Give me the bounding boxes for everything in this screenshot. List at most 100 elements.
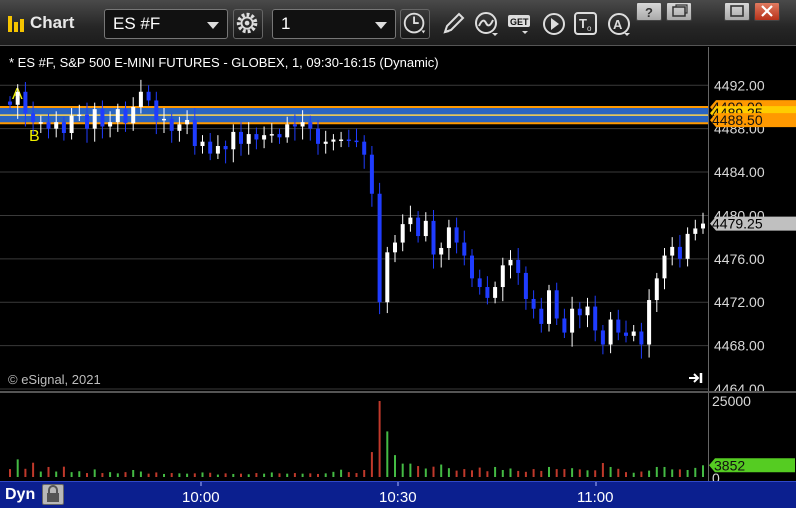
candle-body bbox=[246, 134, 251, 144]
candle-body bbox=[593, 306, 598, 331]
price-tick-label: 4472.00 bbox=[714, 294, 765, 310]
candle-body bbox=[670, 246, 675, 256]
lock-button[interactable] bbox=[42, 484, 64, 505]
candle-body bbox=[254, 134, 259, 140]
candle-body bbox=[531, 298, 536, 309]
candle-body bbox=[693, 228, 698, 234]
candle-body bbox=[600, 330, 605, 345]
maximize-icon bbox=[730, 5, 744, 17]
candle-body bbox=[77, 114, 82, 117]
candle-body bbox=[500, 265, 505, 288]
price-flag-label: 4488.50 bbox=[712, 112, 763, 128]
window-title: Chart bbox=[30, 13, 75, 32]
candle-body bbox=[385, 252, 390, 303]
candle-body bbox=[416, 217, 421, 237]
volume-bars bbox=[9, 401, 704, 477]
candle-body bbox=[616, 319, 621, 333]
settings-icon bbox=[236, 12, 258, 34]
maximize-button[interactable] bbox=[724, 2, 750, 21]
candle-body bbox=[570, 308, 575, 333]
price-tick-label: 4492.00 bbox=[714, 77, 765, 93]
study-icon[interactable] bbox=[474, 11, 500, 37]
candle-body bbox=[547, 290, 551, 324]
level-label-b: B bbox=[29, 128, 40, 145]
candle-body bbox=[462, 242, 467, 256]
time-axis: 10:00 10:30 11:00 bbox=[182, 482, 613, 506]
candle-body bbox=[339, 139, 344, 142]
candle-body bbox=[146, 91, 151, 101]
price-tick-label: 4476.00 bbox=[714, 251, 765, 267]
candle-body bbox=[162, 118, 166, 121]
candle-body bbox=[323, 141, 328, 144]
candle-body bbox=[685, 233, 690, 259]
candle-body bbox=[54, 122, 59, 129]
candle-body bbox=[446, 227, 451, 248]
price-tick-label: 4464.00 bbox=[714, 381, 765, 391]
candle-body bbox=[639, 331, 644, 345]
candle-body bbox=[69, 115, 74, 133]
time-template-button[interactable] bbox=[400, 9, 430, 39]
lock-icon bbox=[47, 485, 59, 502]
candle-body bbox=[354, 140, 359, 143]
scroll-to-end-icon[interactable] bbox=[688, 371, 704, 385]
close-button[interactable] bbox=[754, 2, 780, 21]
settings-button[interactable] bbox=[233, 9, 263, 39]
candle-body bbox=[485, 287, 490, 298]
candle-body bbox=[562, 318, 567, 333]
candle-body bbox=[208, 141, 213, 154]
restore-icon bbox=[672, 4, 688, 17]
time-axis-bar[interactable]: 10:00 10:30 11:00 bbox=[0, 481, 796, 508]
help-icon: ? bbox=[645, 5, 653, 20]
esignal-watermark: © eSignal, 2021 bbox=[8, 372, 101, 387]
candle-body bbox=[316, 128, 320, 144]
chevron-down-icon[interactable] bbox=[375, 22, 387, 29]
help-button[interactable]: ? bbox=[636, 2, 662, 21]
candle-body bbox=[108, 122, 113, 127]
candle-body bbox=[192, 119, 197, 147]
candle-body bbox=[154, 100, 159, 120]
volume-chart[interactable]: 2500003852 bbox=[0, 393, 796, 481]
get-data-icon[interactable]: GET bbox=[507, 11, 533, 37]
svg-text:T: T bbox=[579, 16, 587, 31]
interval-input[interactable]: 1 bbox=[272, 9, 396, 39]
candle-body bbox=[493, 287, 498, 298]
clock-icon bbox=[403, 12, 426, 34]
dynamic-label[interactable]: Dyn bbox=[5, 486, 35, 504]
candle-body bbox=[662, 255, 667, 279]
time-tick-label: 10:30 bbox=[379, 489, 417, 506]
candle-body bbox=[185, 119, 190, 125]
volume-flag-label: 3852 bbox=[714, 457, 745, 473]
candle-body bbox=[554, 290, 559, 319]
candle-body bbox=[470, 255, 474, 279]
candle-body bbox=[631, 331, 636, 336]
price-levels: AB bbox=[0, 86, 708, 145]
symbol-input[interactable]: ES #F bbox=[104, 9, 228, 39]
candle-body bbox=[231, 131, 236, 150]
candle-body bbox=[408, 217, 413, 225]
time-tick-label: 10:00 bbox=[182, 489, 220, 506]
candle-body bbox=[508, 259, 513, 266]
symbol-value: ES #F bbox=[113, 14, 161, 33]
candle-body bbox=[131, 106, 136, 124]
candle-body bbox=[377, 193, 382, 303]
draw-pen-icon[interactable] bbox=[440, 11, 466, 37]
svg-text:?: ? bbox=[645, 5, 653, 20]
candle-body bbox=[624, 332, 628, 336]
price-chart[interactable]: AB 4492.004488.004484.004480.004476.0044… bbox=[0, 47, 796, 391]
candle-body bbox=[539, 308, 544, 324]
candle-body bbox=[215, 146, 220, 154]
alert-icon[interactable]: A bbox=[606, 11, 632, 37]
time-tick-label: 11:00 bbox=[577, 489, 613, 506]
candle-body bbox=[23, 91, 28, 114]
candle-body bbox=[300, 122, 305, 127]
chevron-down-icon[interactable] bbox=[207, 22, 219, 29]
text-tool-icon[interactable]: To bbox=[573, 11, 599, 37]
restore-button[interactable] bbox=[666, 2, 692, 21]
volume-axis-divider bbox=[708, 393, 709, 481]
svg-text:o: o bbox=[587, 24, 592, 33]
candle-body bbox=[677, 246, 682, 259]
play-icon[interactable] bbox=[541, 11, 567, 37]
candle-body bbox=[31, 113, 36, 123]
candle-body bbox=[393, 242, 397, 253]
candle-body bbox=[423, 220, 428, 237]
